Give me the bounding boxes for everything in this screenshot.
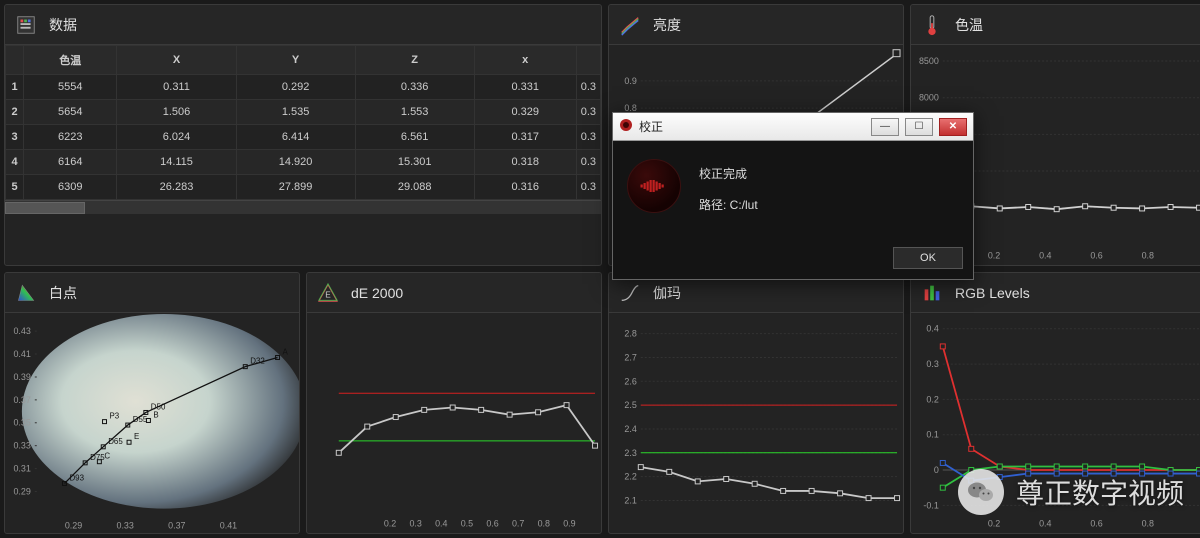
svg-text:0.6: 0.6 [1090,250,1102,260]
svg-text:0.41: 0.41 [220,520,237,530]
svg-text:0.8: 0.8 [1142,250,1154,260]
svg-text:0.7: 0.7 [512,518,524,528]
svg-text:0.5: 0.5 [461,518,473,528]
svg-text:2.5: 2.5 [624,400,636,410]
data-table-hscroll-thumb[interactable] [5,202,85,214]
close-button[interactable]: ✕ [939,118,967,136]
svg-text:0.3: 0.3 [409,518,421,528]
dialog-app-icon [619,118,633,135]
de2000-chart[interactable]: 0.2 0.3 0.4 0.5 0.6 0.7 0.8 0.9 [307,313,601,533]
minimize-button[interactable]: — [871,118,899,136]
svg-text:0.29: 0.29 [65,520,82,530]
svg-text:0.39: 0.39 [13,372,30,382]
svg-text:-0.1: -0.1 [923,500,938,510]
svg-text:0: 0 [934,465,939,475]
table-row[interactable]: 5630926.28327.89929.0880.3160.3 [6,175,601,200]
whitepoint-chart[interactable]: 0.43 0.41 0.39 0.37 0.35 0.33 0.31 0.29 0.29 0.33… [5,313,299,533]
panel-data-header: 数据 [5,5,601,45]
svg-text:2.4: 2.4 [624,424,636,434]
data-table-hscrollbar[interactable] [5,200,601,214]
panel-rgb-title: RGB Levels [955,285,1030,301]
svg-text:0.2: 0.2 [988,250,1000,260]
svg-text:0.2: 0.2 [384,518,396,528]
gamma-icon [619,282,641,304]
svg-text:2.1: 2.1 [624,495,636,505]
dialog-message: 校正完成 [699,159,758,190]
panel-whitepoint-title: 白点 [49,283,77,303]
svg-text:0.3: 0.3 [926,359,938,369]
svg-text:0.43: 0.43 [13,326,30,336]
svg-text:0.4: 0.4 [1039,250,1051,260]
svg-text:D93: D93 [69,473,84,482]
data-icon [15,14,37,36]
svg-text:A: A [283,348,289,357]
panel-de2000-title: dE 2000 [351,285,403,301]
svg-text:0.4: 0.4 [926,324,938,334]
svg-text:D65: D65 [108,437,123,446]
svg-text:E: E [325,290,331,299]
svg-text:B: B [153,410,158,419]
panel-data-title: 数据 [49,15,77,35]
svg-text:2.7: 2.7 [624,352,636,362]
dialog-path-line: 路径: C:/lut [699,190,758,221]
panel-cct-title: 色温 [955,15,983,35]
svg-text:0.4: 0.4 [435,518,447,528]
ok-button[interactable]: OK [893,247,963,269]
panel-de2000: E dE 2000 0.2 0.3 0.4 0.5 0.6 0.7 0.8 0.9 [306,272,602,534]
svg-text:0.6: 0.6 [1090,518,1102,528]
panel-gamma-title: 伽玛 [653,283,681,303]
svg-text:0.4: 0.4 [1039,518,1051,528]
dialog-title: 校正 [639,118,663,135]
svg-text:0.1: 0.1 [926,430,938,440]
rgb-bars-icon [921,282,943,304]
dialog-titlebar[interactable]: 校正 — ☐ ✕ [613,113,973,141]
svg-text:0.9: 0.9 [563,518,575,528]
svg-text:0.37: 0.37 [168,520,185,530]
table-row[interactable]: 362236.0246.4146.5610.3170.3 [6,125,601,150]
svg-text:0.2: 0.2 [988,518,1000,528]
panel-data: 数据 色温 X Y Z x 155540.3110.2920.3360.3310… [4,4,602,266]
panel-whitepoint: 白点 0.430.410.390.370.350.330.310.290.290… [4,272,300,534]
svg-text:0.31: 0.31 [13,464,30,474]
svg-text:0.41: 0.41 [13,349,30,359]
svg-text:P3: P3 [109,412,119,421]
svg-text:0.6: 0.6 [486,518,498,528]
svg-text:0.29: 0.29 [13,486,30,496]
gamut-icon [15,282,37,304]
svg-text:0.2: 0.2 [926,394,938,404]
panel-luminance-title: 亮度 [653,15,681,35]
data-table-container: 色温 X Y Z x 155540.3110.2920.3360.3310.32… [5,45,601,265]
svg-text:D32: D32 [250,357,265,366]
panel-gamma: 伽玛 2.8 2.7 2.6 2.5 2.4 2.3 2.2 2.1 [608,272,904,534]
thermometer-icon [921,14,943,36]
panel-rgb-levels: RGB Levels 0.4 0.3 0.2 0.1 0 -0.1 0.2 0.4 0.6 0.8 [910,272,1200,534]
svg-text:0.33: 0.33 [13,441,30,451]
svg-text:0.35: 0.35 [13,418,30,428]
svg-text:C: C [104,452,110,461]
table-row[interactable]: 256541.5061.5351.5530.3290.3 [6,100,601,125]
svg-text:2.3: 2.3 [624,448,636,458]
svg-text:8000: 8000 [919,93,939,103]
svg-text:E: E [134,432,139,441]
svg-text:0.37: 0.37 [13,395,30,405]
svg-text:2.2: 2.2 [624,472,636,482]
delta-e-icon: E [317,282,339,304]
maximize-button[interactable]: ☐ [905,118,933,136]
table-row[interactable]: 155540.3110.2920.3360.3310.3 [6,75,601,100]
table-row[interactable]: 4616414.11514.92015.3010.3180.3 [6,150,601,175]
rgb-chart[interactable]: 0.4 0.3 0.2 0.1 0 -0.1 0.2 0.4 0.6 0.8 [911,313,1200,533]
svg-text:2.8: 2.8 [624,329,636,339]
gamma-chart[interactable]: 2.8 2.7 2.6 2.5 2.4 2.3 2.2 2.1 [609,313,903,533]
svg-text:0.8: 0.8 [538,518,550,528]
svg-text:2.6: 2.6 [624,376,636,386]
luminance-icon [619,14,641,36]
svg-text:0.8: 0.8 [1142,518,1154,528]
calibration-dialog: 校正 — ☐ ✕ 校正完成 路径: C:/lut OK [612,112,974,280]
dialog-logo-icon [627,159,681,213]
svg-text:8500: 8500 [919,56,939,66]
svg-text:0.9: 0.9 [624,76,636,86]
svg-text:D55: D55 [133,415,148,424]
svg-text:0.33: 0.33 [116,520,133,530]
data-table[interactable]: 色温 X Y Z x 155540.3110.2920.3360.3310.32… [5,45,601,200]
